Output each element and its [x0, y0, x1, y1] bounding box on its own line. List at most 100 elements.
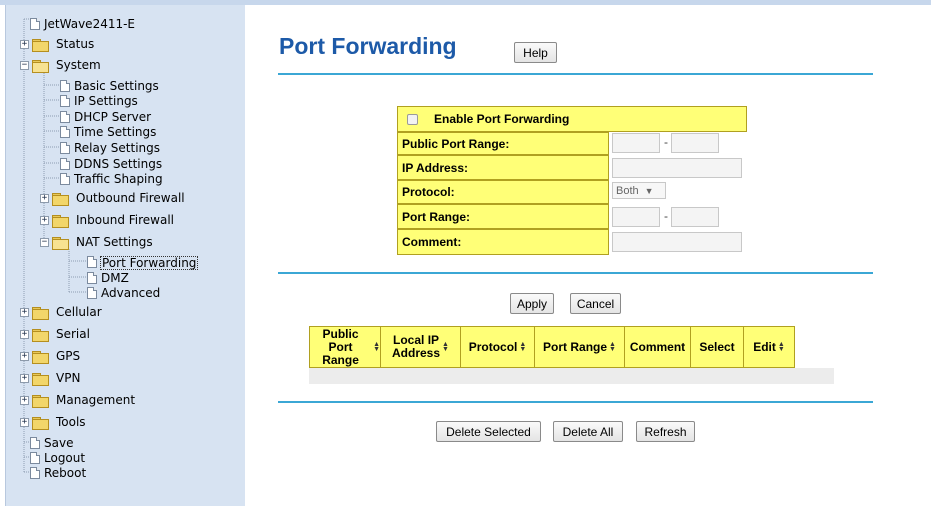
sidebar-item-inbound-firewall[interactable]: + Inbound Firewall: [40, 214, 174, 230]
sidebar-item-label: Cellular: [56, 305, 102, 319]
sidebar-item-relay-settings[interactable]: Relay Settings: [60, 142, 160, 158]
sidebar-item-outbound-firewall[interactable]: + Outbound Firewall: [40, 192, 185, 208]
sidebar-item-management[interactable]: + Management: [20, 394, 135, 410]
port-range-end-input[interactable]: [671, 207, 719, 227]
public-port-end-input[interactable]: [671, 133, 719, 153]
folder-open-icon: [52, 237, 69, 250]
sidebar-item-label: Basic Settings: [74, 79, 159, 93]
page-icon: [60, 142, 71, 155]
page-icon: [60, 126, 71, 139]
sidebar-item-label: Status: [56, 37, 95, 51]
enable-port-forwarding-checkbox[interactable]: [407, 113, 418, 125]
column-header-select: Select: [690, 326, 744, 368]
column-header-line2: Address: [392, 346, 441, 360]
expand-icon[interactable]: +: [20, 40, 29, 49]
sidebar-item-advanced[interactable]: Advanced: [87, 287, 160, 303]
comment-input[interactable]: [612, 232, 742, 252]
sidebar-item-time-settings[interactable]: Time Settings: [60, 126, 156, 142]
delete-all-button[interactable]: Delete All: [553, 421, 623, 442]
comment-label: Comment:: [397, 229, 609, 255]
sidebar-item-label: Port Forwarding: [100, 256, 199, 270]
delete-selected-button[interactable]: Delete Selected: [436, 421, 541, 442]
protocol-select-value: Both: [616, 184, 639, 197]
expand-icon[interactable]: +: [20, 330, 29, 339]
collapse-icon[interactable]: −: [40, 238, 49, 247]
sidebar-item-label: Outbound Firewall: [76, 191, 185, 205]
sidebar-item-reboot[interactable]: Reboot: [30, 467, 86, 483]
column-header-port-range[interactable]: Port Range ▲ ▼: [534, 326, 625, 368]
collapse-icon[interactable]: −: [20, 61, 29, 70]
page-icon: [30, 437, 41, 450]
sort-icon[interactable]: ▲ ▼: [778, 341, 785, 353]
folder-icon: [32, 329, 49, 342]
public-port-start-input[interactable]: [612, 133, 660, 153]
sort-icon[interactable]: ▲ ▼: [609, 341, 616, 353]
page-icon: [30, 452, 41, 465]
column-header-line1: Edit: [753, 339, 776, 354]
column-header-local-ip[interactable]: Local IP Address ▲ ▼: [380, 326, 461, 368]
sidebar-item-label: DDNS Settings: [74, 157, 163, 171]
expand-icon[interactable]: +: [40, 216, 49, 225]
tree-root-label: JetWave2411-E: [44, 17, 136, 31]
sidebar-item-label: Logout: [44, 451, 86, 465]
sidebar-item-tools[interactable]: + Tools: [20, 416, 86, 432]
protocol-select[interactable]: Both ▼: [612, 182, 666, 199]
sidebar-item-status[interactable]: + Status: [20, 38, 94, 54]
expand-icon[interactable]: +: [20, 396, 29, 405]
sidebar-item-system[interactable]: − System: [20, 59, 101, 75]
expand-icon[interactable]: +: [40, 194, 49, 203]
sidebar-item-gps[interactable]: + GPS: [20, 350, 80, 366]
sidebar-item-label: IP Settings: [74, 94, 138, 108]
column-header-label: Public Port Range: [310, 327, 371, 367]
sidebar-item-traffic-shaping[interactable]: Traffic Shaping: [60, 173, 163, 189]
sidebar-item-cellular[interactable]: + Cellular: [20, 306, 102, 322]
folder-icon: [32, 417, 49, 430]
sidebar-item-port-forwarding[interactable]: Port Forwarding: [87, 256, 199, 272]
column-header-label: Select: [699, 340, 734, 354]
column-header-edit[interactable]: Edit ▲ ▼: [743, 326, 795, 368]
expand-icon[interactable]: +: [20, 418, 29, 427]
column-header-comment: Comment: [624, 326, 691, 368]
refresh-button[interactable]: Refresh: [636, 421, 695, 442]
sidebar-item-nat-settings[interactable]: − NAT Settings: [40, 236, 153, 252]
column-header-public-port[interactable]: Public Port Range ▲ ▼: [309, 326, 381, 368]
protocol-label: Protocol:: [397, 180, 609, 204]
sort-icon[interactable]: ▲ ▼: [442, 341, 449, 353]
sidebar-item-serial[interactable]: + Serial: [20, 328, 90, 344]
sort-icon[interactable]: ▲ ▼: [519, 341, 526, 353]
column-header-line1: Local IP: [393, 333, 440, 347]
chevron-down-icon: ▼: [644, 185, 654, 196]
cancel-button[interactable]: Cancel: [570, 293, 621, 314]
sidebar-item-vpn[interactable]: + VPN: [20, 372, 80, 388]
column-header-line1: Protocol: [468, 339, 518, 354]
column-header-line2: Range: [322, 352, 359, 367]
folder-icon: [32, 39, 49, 52]
page-title: Port Forwarding: [279, 33, 457, 59]
folder-open-icon: [32, 60, 49, 73]
sidebar-item-label: Serial: [56, 327, 90, 341]
range-separator: -: [664, 209, 668, 223]
apply-button[interactable]: Apply: [510, 293, 554, 314]
expand-icon[interactable]: +: [20, 308, 29, 317]
expand-icon[interactable]: +: [20, 352, 29, 361]
page-icon: [60, 80, 71, 93]
page-icon: [60, 173, 71, 186]
column-header-label: Protocol: [468, 339, 518, 354]
navigation-tree: JetWave2411-E + Status − System Basic Settin…: [5, 5, 245, 506]
sidebar-item-label: Advanced: [101, 286, 161, 300]
divider-bottom: [278, 401, 873, 403]
sidebar-item-label: Inbound Firewall: [76, 213, 174, 227]
column-header-protocol[interactable]: Protocol ▲ ▼: [460, 326, 535, 368]
tree-root-jetwave[interactable]: JetWave2411-E: [30, 18, 135, 34]
help-button[interactable]: Help: [514, 42, 557, 63]
page-icon: [87, 287, 98, 300]
sort-icon[interactable]: ▲ ▼: [373, 341, 380, 353]
page-icon: [30, 18, 41, 31]
sidebar-item-label: NAT Settings: [76, 235, 153, 249]
folder-icon: [52, 193, 69, 206]
sidebar-item-ip-settings[interactable]: IP Settings: [60, 95, 138, 111]
ip-address-input[interactable]: [612, 158, 742, 178]
expand-icon[interactable]: +: [20, 374, 29, 383]
port-range-start-input[interactable]: [612, 207, 660, 227]
column-header-line1: Port Range: [543, 339, 608, 354]
